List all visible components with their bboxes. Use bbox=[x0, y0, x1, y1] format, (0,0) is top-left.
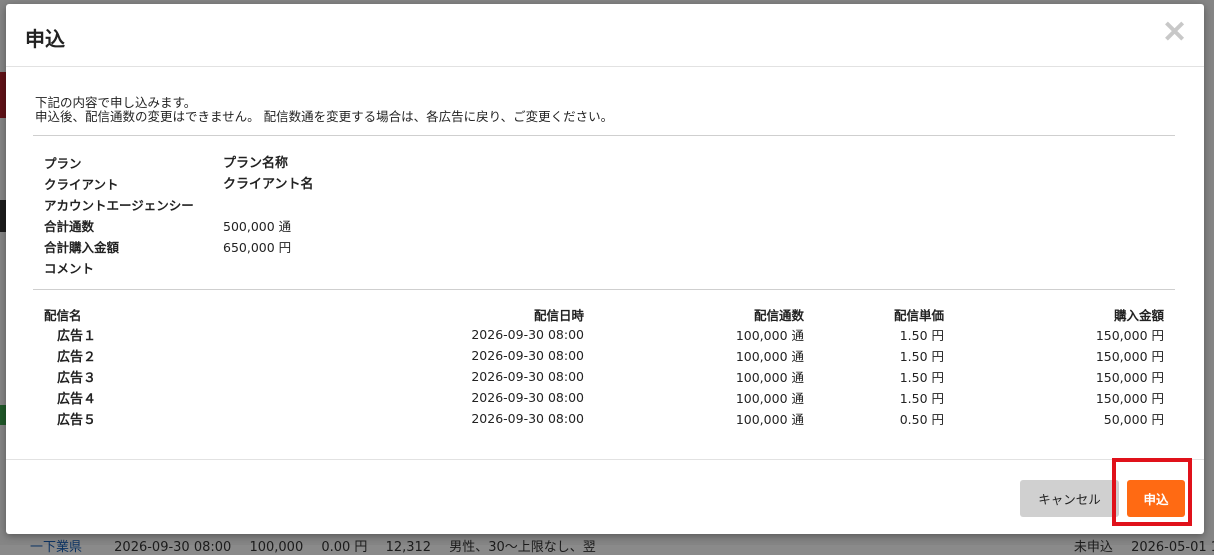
dialog-footer: キャンセル 申込 bbox=[6, 459, 1204, 535]
ad-unit-price: 1.50 円 bbox=[899, 370, 944, 385]
summary-label: クライアント bbox=[44, 177, 119, 192]
summary-label: 合計購入金額 bbox=[44, 240, 120, 255]
ads-table: 配信名 配信日時 配信通数 配信単価 購入金額 広告１ 2026-09-30 0… bbox=[38, 304, 1170, 429]
ad-unit-price: 1.50 円 bbox=[899, 328, 944, 343]
ad-datetime: 2026-09-30 08:00 bbox=[471, 348, 584, 363]
ad-count: 100,000 通 bbox=[735, 391, 804, 406]
summary-label: コメント bbox=[44, 261, 95, 276]
summary-value: 650,000 円 bbox=[223, 240, 292, 255]
divider bbox=[33, 289, 1175, 290]
ad-count: 100,000 通 bbox=[735, 412, 804, 427]
summary-row-total-count: 合計通数 500,000 通 bbox=[44, 216, 644, 237]
divider bbox=[33, 135, 1175, 136]
summary-value: プラン名称 bbox=[223, 156, 289, 171]
summary-value: クライアント名 bbox=[223, 177, 314, 192]
summary-row-client: クライアント クライアント名 bbox=[44, 174, 644, 195]
ad-unit-price: 1.50 円 bbox=[899, 391, 944, 406]
notice-line: 下記の内容で申し込みます。 bbox=[35, 95, 197, 110]
ad-amount: 150,000 円 bbox=[1095, 391, 1164, 406]
ad-datetime: 2026-09-30 08:00 bbox=[471, 390, 584, 405]
ad-name: 広告３ bbox=[57, 371, 97, 386]
notice-line: 申込後、配信通数の変更はできません。 配信数通を変更する場合は、各広告に戻り、ご… bbox=[35, 109, 614, 124]
ad-amount: 150,000 円 bbox=[1095, 349, 1164, 364]
background-cell: 未申込 bbox=[1073, 540, 1113, 555]
summary-row-plan: プラン プラン名称 bbox=[44, 153, 644, 174]
close-icon[interactable]: ✕ bbox=[1162, 18, 1187, 48]
background-cell: 2026-05-01 18:02 bbox=[1131, 540, 1214, 555]
dialog-title: 申込 bbox=[25, 27, 65, 51]
summary-row-comment: コメント bbox=[44, 258, 644, 279]
summary-row-agency: アカウントエージェンシー bbox=[44, 195, 644, 216]
summary-value: 500,000 通 bbox=[223, 219, 292, 234]
background-table-row: 一下業県 2026-09-30 08:00 100,000 0.00 円 12,… bbox=[30, 536, 1214, 555]
background-cell: 100,000 bbox=[249, 540, 304, 555]
ad-name: 広告５ bbox=[57, 413, 97, 428]
ad-count: 100,000 通 bbox=[735, 370, 804, 385]
ad-name: 広告１ bbox=[57, 329, 97, 344]
background-cell: 0.00 円 bbox=[321, 540, 368, 555]
dialog-notice: 下記の内容で申し込みます。 申込後、配信通数の変更はできません。 配信数通を変更… bbox=[35, 96, 613, 124]
column-header-count: 配信通数 bbox=[753, 307, 804, 323]
ad-count: 100,000 通 bbox=[735, 349, 804, 364]
summary-label: アカウントエージェンシー bbox=[44, 198, 194, 213]
ad-unit-price: 1.50 円 bbox=[899, 349, 944, 364]
ad-unit-price: 0.50 円 bbox=[899, 412, 944, 427]
ad-amount: 50,000 円 bbox=[1103, 412, 1164, 427]
table-row: 広告２ 2026-09-30 08:00 100,000 通 1.50 円 15… bbox=[38, 345, 1170, 366]
table-row: 広告５ 2026-09-30 08:00 100,000 通 0.50 円 50… bbox=[38, 408, 1170, 429]
submit-button[interactable]: 申込 bbox=[1127, 480, 1185, 517]
ad-datetime: 2026-09-30 08:00 bbox=[471, 369, 584, 384]
ad-amount: 150,000 円 bbox=[1095, 370, 1164, 385]
table-row: 広告１ 2026-09-30 08:00 100,000 通 1.50 円 15… bbox=[38, 324, 1170, 345]
column-header-amount: 購入金額 bbox=[1113, 307, 1164, 323]
ad-datetime: 2026-09-30 08:00 bbox=[471, 327, 584, 342]
table-header-row: 配信名 配信日時 配信通数 配信単価 購入金額 bbox=[38, 304, 1170, 324]
table-row: 広告３ 2026-09-30 08:00 100,000 通 1.50 円 15… bbox=[38, 366, 1170, 387]
summary-label: 合計通数 bbox=[44, 219, 95, 234]
summary-row-total-amount: 合計購入金額 650,000 円 bbox=[44, 237, 644, 258]
ad-count: 100,000 通 bbox=[735, 328, 804, 343]
ad-datetime: 2026-09-30 08:00 bbox=[471, 411, 584, 426]
background-cell: 2026-09-30 08:00 bbox=[114, 540, 232, 555]
summary-list: プラン プラン名称 クライアント クライアント名 アカウントエージェンシー 合計… bbox=[44, 153, 644, 279]
ad-name: 広告４ bbox=[57, 392, 97, 407]
ad-amount: 150,000 円 bbox=[1095, 328, 1164, 343]
cancel-button[interactable]: キャンセル bbox=[1020, 480, 1119, 517]
ad-name: 広告２ bbox=[57, 350, 97, 365]
column-header-datetime: 配信日時 bbox=[533, 307, 584, 323]
summary-label: プラン bbox=[44, 156, 82, 171]
apply-dialog: 申込 ✕ 下記の内容で申し込みます。 申込後、配信通数の変更はできません。 配信… bbox=[6, 4, 1204, 534]
background-cell: 男性、30〜上限なし、翌 bbox=[449, 540, 596, 555]
background-row-link: 一下業県 bbox=[30, 540, 83, 555]
dialog-header: 申込 ✕ bbox=[6, 4, 1204, 67]
column-header-unit-price: 配信単価 bbox=[893, 307, 944, 323]
table-row: 広告４ 2026-09-30 08:00 100,000 通 1.50 円 15… bbox=[38, 387, 1170, 408]
background-cell: 12,312 bbox=[385, 540, 432, 555]
column-header-name: 配信名 bbox=[44, 307, 82, 323]
